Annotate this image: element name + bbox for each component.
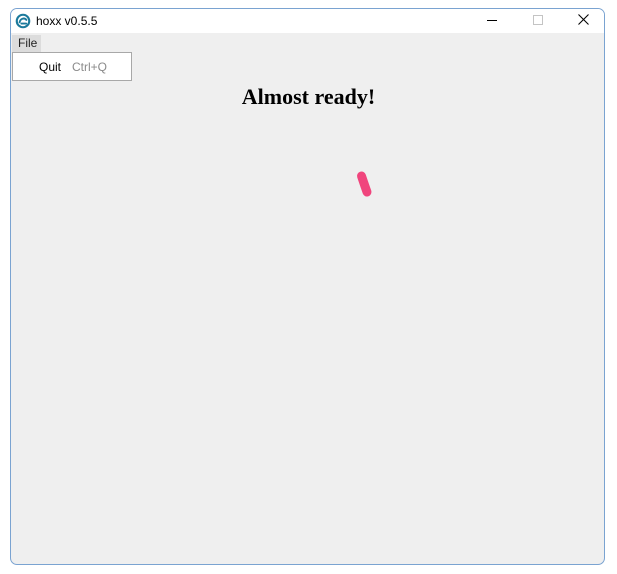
maximize-button[interactable] <box>515 9 561 33</box>
menu-bar: File <box>11 33 604 52</box>
quit-shortcut: Ctrl+Q <box>72 60 108 74</box>
menu-file[interactable]: File <box>12 35 41 52</box>
minimize-button[interactable] <box>469 9 515 33</box>
page-heading: Almost ready! <box>241 84 376 109</box>
hoxx-app-icon <box>15 13 31 29</box>
window-title: hoxx v0.5.5 <box>36 14 98 28</box>
close-icon <box>577 12 589 30</box>
quit-label: Quit <box>39 60 62 74</box>
file-menu-dropdown: Quit Ctrl+Q <box>12 52 132 81</box>
title-bar[interactable]: hoxx v0.5.5 <box>11 9 604 33</box>
spinner-icon <box>351 167 381 203</box>
maximize-icon <box>533 12 543 30</box>
close-button[interactable] <box>560 9 604 33</box>
menu-item-quit[interactable]: Quit Ctrl+Q <box>13 53 131 80</box>
app-window: hoxx v0.5.5 File Quit Ctrl+Q Almost read… <box>10 8 605 565</box>
minimize-icon <box>487 12 497 30</box>
